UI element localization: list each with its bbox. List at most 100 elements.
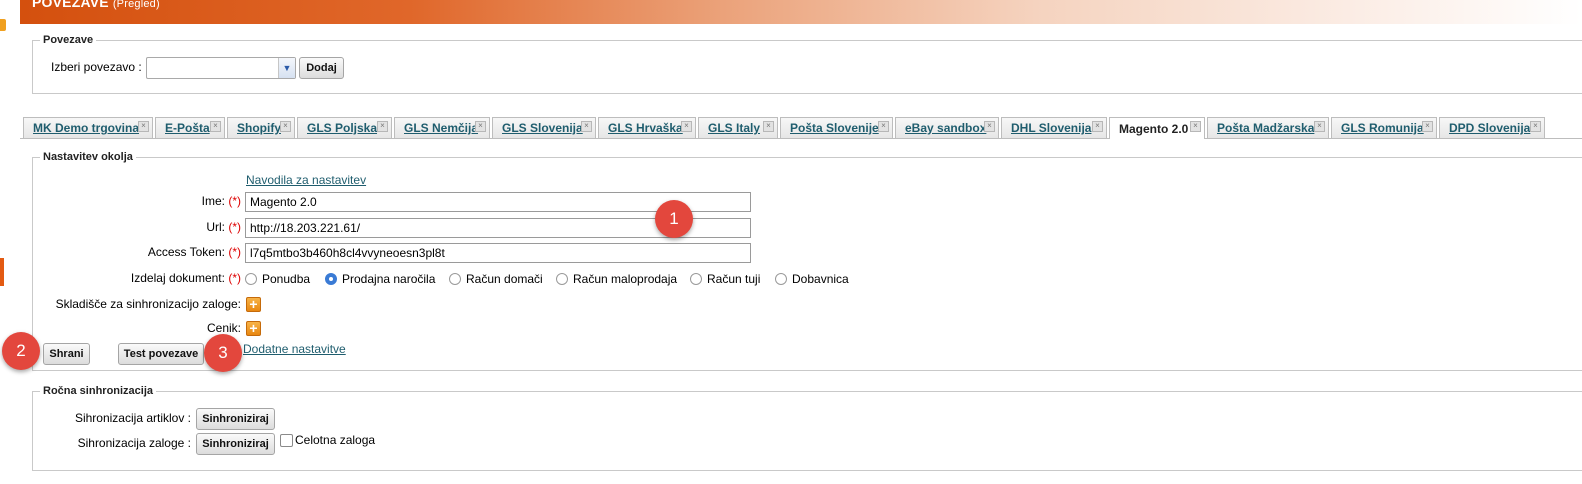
- name-label-text: Ime:: [201, 194, 225, 208]
- sync-stock-button[interactable]: Sinhroniziraj: [196, 433, 275, 455]
- close-icon[interactable]: ×: [1190, 121, 1201, 132]
- tab-15[interactable]: DPD Slovenija ×: [1439, 117, 1545, 138]
- tab-label: GLS Italy: [708, 121, 761, 135]
- sync-articles-button[interactable]: Sinhroniziraj: [196, 408, 275, 430]
- select-connection-label: Izberi povezavo :: [51, 60, 142, 74]
- close-icon[interactable]: ×: [138, 121, 149, 132]
- tab-bar-line: [20, 138, 1582, 139]
- side-marker: [0, 258, 4, 286]
- page-header: [20, 0, 1582, 24]
- close-icon[interactable]: ×: [1422, 121, 1433, 132]
- tab-9[interactable]: Pošta Slovenije ×: [780, 117, 893, 138]
- sync-fieldset: [32, 391, 1582, 471]
- close-icon[interactable]: ×: [1092, 121, 1103, 132]
- setup-guide-link[interactable]: Navodila za nastavitev: [246, 173, 366, 187]
- required-marker: (*): [228, 220, 241, 234]
- collapse-arrow-icon[interactable]: [0, 19, 6, 31]
- test-connection-button[interactable]: Test povezave: [118, 343, 204, 365]
- tab-4[interactable]: GLS Poljska ×: [297, 117, 392, 138]
- tab-label: GLS Romunija: [1341, 121, 1424, 135]
- close-icon[interactable]: ×: [984, 121, 995, 132]
- select-connection-dropdown[interactable]: ▼: [146, 57, 296, 79]
- add-warehouse-icon[interactable]: +: [246, 297, 261, 312]
- full-stock-label: Celotna zaloga: [295, 433, 376, 447]
- document-radio-2[interactable]: [325, 273, 337, 285]
- tab-7[interactable]: GLS Hrvaška ×: [598, 117, 696, 138]
- document-radio-1[interactable]: [245, 273, 257, 285]
- annotation-badge-2: 2: [2, 332, 40, 370]
- tab-5[interactable]: GLS Nemčija ×: [394, 117, 490, 138]
- save-button[interactable]: Shrani: [43, 343, 90, 365]
- add-connection-button[interactable]: Dodaj: [299, 57, 344, 79]
- name-label: Ime: (*): [202, 194, 241, 208]
- tab-13[interactable]: Pošta Madžarska ×: [1207, 117, 1329, 138]
- document-label: Izdelaj dokument: (*): [131, 271, 241, 285]
- tab-11[interactable]: DHL Slovenija ×: [1001, 117, 1107, 138]
- tab-label: Pošta Madžarska: [1217, 121, 1315, 135]
- tab-label: eBay sandbox: [905, 121, 987, 135]
- tab-10[interactable]: eBay sandbox ×: [895, 117, 999, 138]
- tab-label: Magento 2.0: [1119, 121, 1189, 136]
- access-token-label: Access Token: (*): [148, 245, 241, 259]
- document-radio-4[interactable]: [556, 273, 568, 285]
- tab-1[interactable]: MK Demo trgovina ×: [23, 117, 153, 138]
- close-icon[interactable]: ×: [1530, 121, 1541, 132]
- close-icon[interactable]: ×: [280, 121, 291, 132]
- settings-fieldset: [32, 157, 1582, 371]
- tab-label: GLS Nemčija: [404, 121, 479, 135]
- tab-label: MK Demo trgovina: [33, 121, 140, 135]
- tab-label: GLS Hrvaška: [608, 121, 683, 135]
- sync-legend: Ročna sinhronizacija: [40, 385, 157, 397]
- sync-stock-label: Sihronizacija zaloge :: [77, 436, 191, 450]
- tab-2[interactable]: E-Pošta ×: [155, 117, 225, 138]
- tab-14[interactable]: GLS Romunija ×: [1331, 117, 1437, 138]
- close-icon[interactable]: ×: [210, 121, 221, 132]
- tab-6[interactable]: GLS Slovenija ×: [492, 117, 596, 138]
- close-icon[interactable]: ×: [581, 121, 592, 132]
- warehouse-label: Skladišče za sinhronizacijo zaloge:: [55, 297, 241, 311]
- url-label-text: Url:: [206, 220, 225, 234]
- tab-label: Pošta Slovenije: [790, 121, 879, 135]
- close-icon[interactable]: ×: [1314, 121, 1325, 132]
- tab-3[interactable]: Shopify ×: [227, 117, 295, 138]
- access-token-input[interactable]: l7q5mtbo3b460h8cl4vvyneoesn3pl8t: [245, 243, 751, 263]
- tab-label: Shopify: [237, 121, 281, 135]
- left-gutter: [0, 0, 20, 484]
- page-title-text: POVEZAVE: [32, 0, 109, 10]
- required-marker: (*): [228, 194, 241, 208]
- tab-label: DPD Slovenija: [1449, 121, 1531, 135]
- document-radio-6[interactable]: [775, 273, 787, 285]
- tab-label: DHL Slovenija: [1011, 121, 1092, 135]
- full-stock-checkbox[interactable]: [280, 434, 293, 447]
- close-icon[interactable]: ×: [763, 121, 774, 132]
- document-radio-label: Ponudba: [262, 272, 311, 286]
- annotation-badge-1: 1: [655, 200, 693, 238]
- document-label-text: Izdelaj dokument:: [130, 271, 225, 285]
- tab-label: GLS Poljska: [307, 121, 378, 135]
- document-radio-label: Prodajna naročila: [342, 272, 436, 286]
- sync-articles-label: Sihronizacija artiklov :: [74, 411, 191, 425]
- tab-8[interactable]: GLS Italy ×: [698, 117, 778, 138]
- pricelist-label: Cenik:: [206, 321, 241, 335]
- required-marker: (*): [228, 245, 241, 259]
- tab-12[interactable]: Magento 2.0 ×: [1109, 117, 1205, 139]
- tab-label: GLS Slovenija: [502, 121, 583, 135]
- chevron-down-icon[interactable]: ▼: [278, 58, 295, 78]
- document-radio-5[interactable]: [690, 273, 702, 285]
- additional-settings-link[interactable]: Dodatne nastavitve: [243, 342, 346, 356]
- access-token-label-text: Access Token:: [147, 245, 225, 259]
- annotation-badge-3: 3: [204, 334, 242, 372]
- document-radio-3[interactable]: [449, 273, 461, 285]
- close-icon[interactable]: ×: [681, 121, 692, 132]
- page-subtitle: (Pregled): [112, 0, 160, 10]
- close-icon[interactable]: ×: [475, 121, 486, 132]
- add-pricelist-icon[interactable]: +: [246, 321, 261, 336]
- close-icon[interactable]: ×: [878, 121, 889, 132]
- close-icon[interactable]: ×: [377, 121, 388, 132]
- document-radio-label: Račun tuji: [707, 272, 761, 286]
- povezave-legend: Povezave: [40, 34, 97, 46]
- settings-legend: Nastavitev okolja: [40, 151, 136, 163]
- tab-label: E-Pošta: [165, 121, 210, 135]
- page-title: POVEZAVE (Pregled): [32, 0, 160, 10]
- document-radio-label: Račun domači: [466, 272, 543, 286]
